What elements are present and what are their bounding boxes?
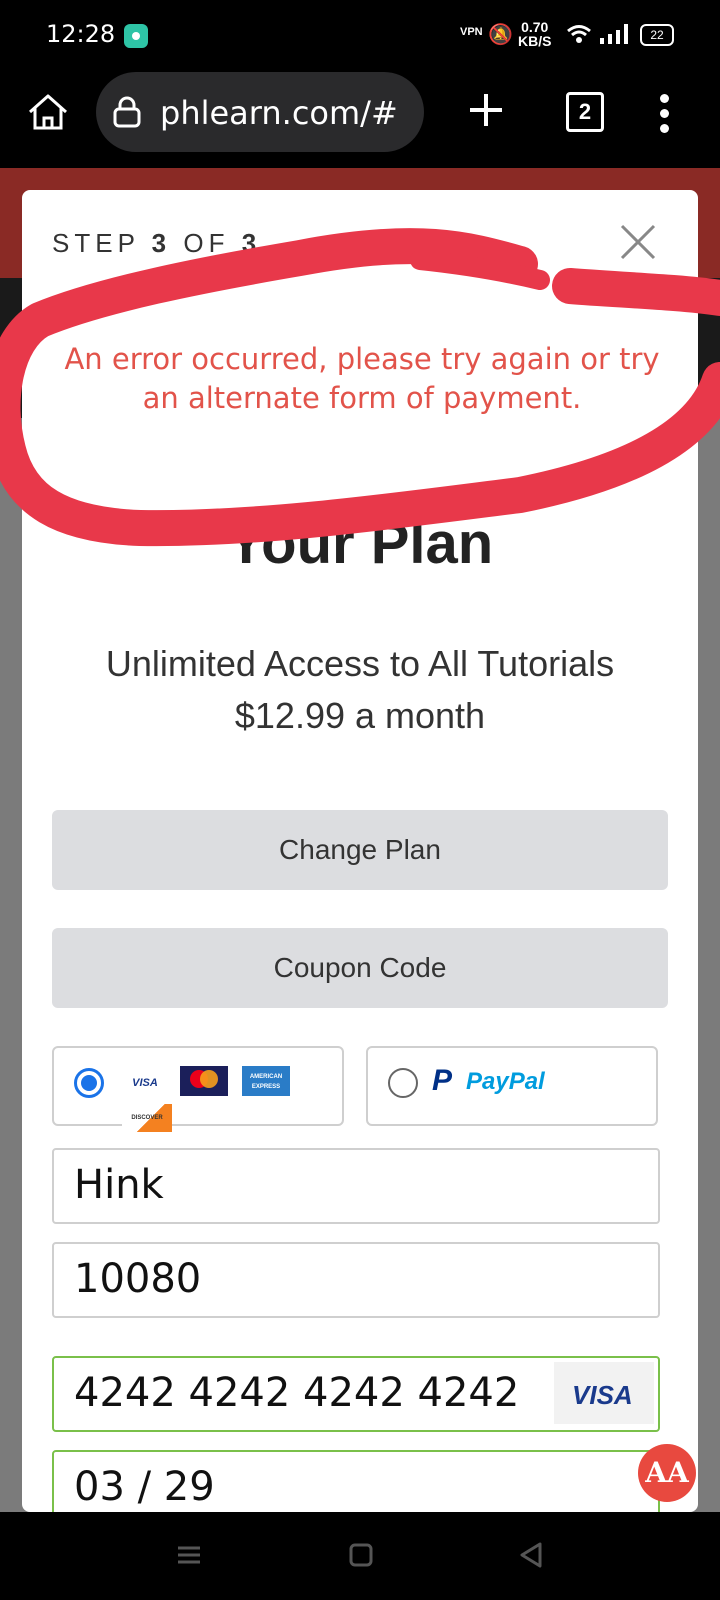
reader-mode-button[interactable]: AA	[638, 1444, 696, 1502]
network-speed-unit: KB/S	[518, 33, 552, 49]
tabs-icon[interactable]: 2	[566, 92, 604, 132]
visa-logo-icon: VISA	[122, 1070, 168, 1096]
card-payment-option[interactable]: VISA AMERICAN EXPRESS DISCOVER	[52, 1046, 344, 1132]
battery-icon: 22	[640, 24, 674, 46]
paypal-logo-icon: P	[432, 1064, 453, 1097]
paypal-label: PayPal	[466, 1068, 545, 1095]
network-speed: 0.70 KB/S	[518, 20, 551, 48]
vpn-icon: VPN	[460, 26, 483, 38]
expiry-field[interactable]: 03 / 29	[52, 1450, 660, 1512]
browser-toolbar: phlearn.com/# 2	[0, 72, 720, 168]
status-bar: 12:28 VPN 🔕 0.70 KB/S 22	[0, 0, 720, 72]
home-square-icon[interactable]	[346, 1540, 376, 1570]
amex-logo-icon: AMERICAN EXPRESS	[242, 1066, 290, 1096]
plan-description: Unlimited Access to All Tutorials $12.99…	[22, 638, 698, 742]
expiry-value: 03 / 29	[74, 1464, 215, 1510]
close-icon[interactable]	[620, 224, 656, 260]
paypal-radio[interactable]	[388, 1068, 418, 1098]
system-nav-bar	[0, 1512, 720, 1600]
step-mid: OF	[171, 228, 242, 258]
zip-value: 10080	[74, 1256, 202, 1302]
coupon-code-button[interactable]: Coupon Code	[52, 928, 668, 1008]
address-bar[interactable]: phlearn.com/#	[96, 72, 424, 152]
step-indicator: STEP 3 OF 3	[52, 228, 261, 259]
app-notification-icon	[124, 24, 148, 48]
wifi-icon	[566, 24, 592, 49]
card-brand-badge: VISA	[554, 1362, 654, 1424]
signal-icon	[600, 24, 630, 44]
name-field[interactable]: Hink	[52, 1148, 660, 1224]
step-total: 3	[241, 228, 262, 258]
back-icon[interactable]	[516, 1540, 546, 1570]
step-prefix: STEP	[52, 228, 152, 258]
error-message: An error occurred, please try again or t…	[64, 342, 660, 415]
card-number-field[interactable]: 4242 4242 4242 4242 VISA	[52, 1356, 660, 1432]
more-menu-icon[interactable]	[656, 94, 672, 134]
lock-icon	[112, 96, 142, 128]
card-radio[interactable]	[74, 1068, 104, 1098]
mute-bell-icon: 🔕	[488, 24, 513, 46]
card-brand-label: VISA	[572, 1380, 633, 1410]
card-number-value: 4242 4242 4242 4242	[74, 1370, 520, 1416]
checkout-modal: STEP 3 OF 3 An error occurred, please tr…	[22, 190, 698, 1512]
discover-logo-icon: DISCOVER	[122, 1104, 172, 1132]
change-plan-button[interactable]: Change Plan	[52, 810, 668, 890]
zip-field[interactable]: 10080	[52, 1242, 660, 1318]
status-time: 12:28	[46, 20, 116, 48]
name-value: Hink	[74, 1162, 164, 1208]
home-icon[interactable]	[26, 90, 70, 134]
menu-icon[interactable]	[174, 1540, 204, 1570]
plan-description-line1: Unlimited Access to All Tutorials	[105, 643, 615, 684]
plan-price: $12.99 a month	[234, 695, 486, 736]
plus-icon[interactable]	[466, 90, 506, 130]
paypal-payment-option[interactable]: P PayPal	[366, 1046, 658, 1126]
mastercard-logo-icon	[180, 1066, 228, 1096]
plan-title: Your Plan	[226, 511, 494, 576]
url-text: phlearn.com/#	[160, 94, 398, 132]
step-current: 3	[151, 228, 172, 258]
